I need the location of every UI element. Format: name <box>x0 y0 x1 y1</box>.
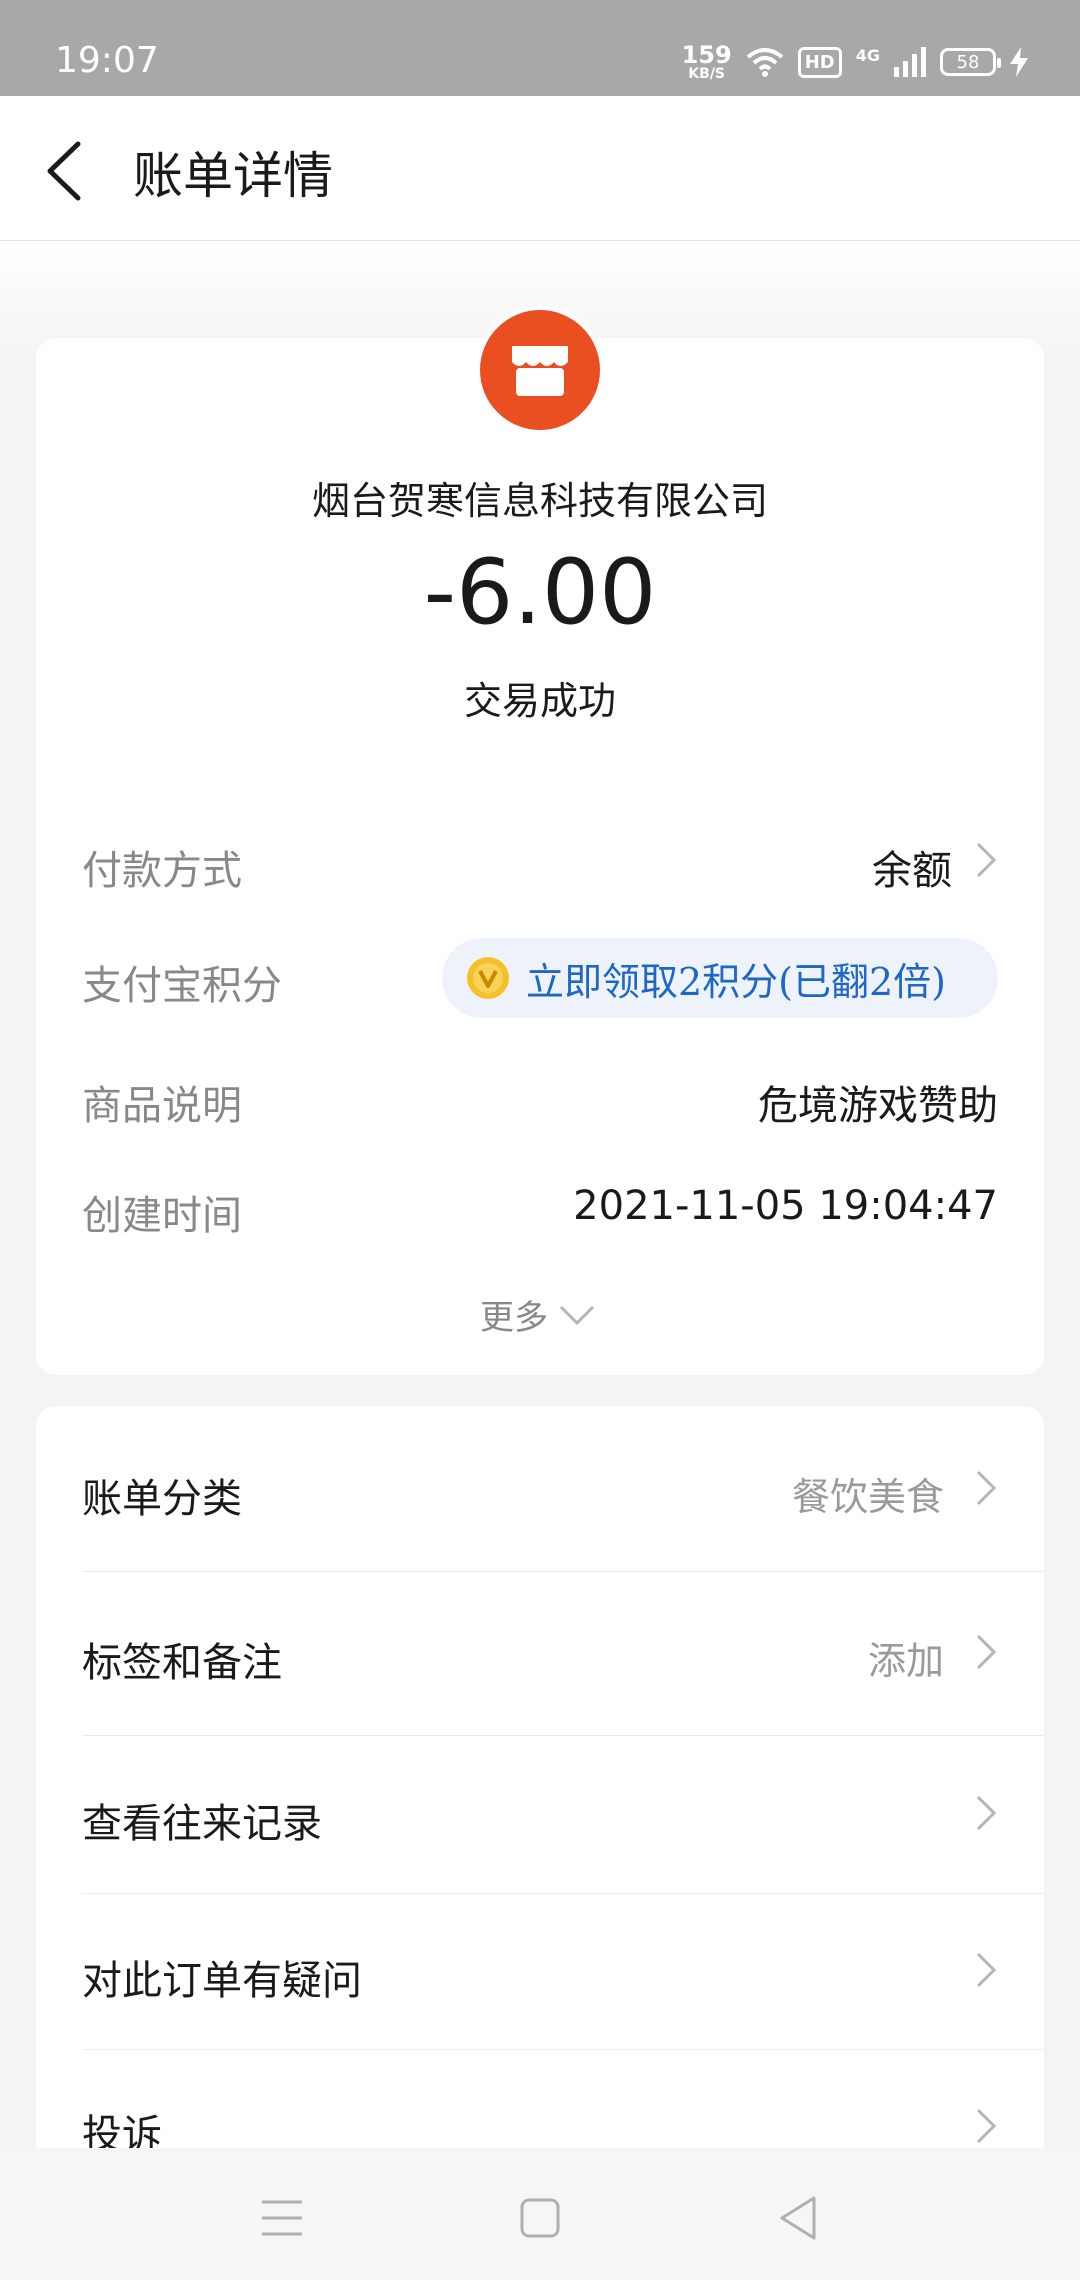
chevron-right-icon[interactable] <box>974 840 998 880</box>
home-icon[interactable] <box>510 2188 570 2248</box>
order-question-label: 对此订单有疑问 <box>82 1958 362 2004</box>
signal-icon <box>894 47 926 77</box>
bill-category-label: 账单分类 <box>82 1476 242 1522</box>
transaction-amount: -6.00 <box>423 540 657 645</box>
chevron-right-icon <box>976 2108 997 2144</box>
order-question-row[interactable]: 对此订单有疑问 <box>36 1894 1044 2049</box>
complaint-row[interactable]: 投诉 <box>36 2050 1044 2158</box>
goods-label: 商品说明 <box>82 1083 242 1129</box>
created-time-value: 2021-11-05 19:04:47 <box>573 1183 998 1229</box>
network-speed: 159 KB/S <box>682 43 732 81</box>
status-icons: 159 KB/S HD 4G 58 <box>682 38 1028 86</box>
payment-method-label: 付款方式 <box>82 848 242 894</box>
chevron-down-icon <box>559 1305 595 1325</box>
merchant-logo <box>476 306 604 434</box>
wifi-icon <box>746 48 783 77</box>
status-time: 19:07 <box>55 40 159 81</box>
view-history-label: 查看往来记录 <box>82 1801 322 1847</box>
system-nav-bar <box>0 2148 1080 2280</box>
claim-points-button[interactable]: 立即领取2积分(已翻2倍) <box>442 938 998 1018</box>
bill-category-value: 餐饮美食 <box>791 1475 944 1519</box>
app-header: 账单详情 <box>0 96 1080 241</box>
battery-icon: 58 <box>940 48 1001 76</box>
more-label: 更多 <box>480 1298 548 1338</box>
battery-level: 58 <box>956 51 980 73</box>
tags-notes-label: 标签和备注 <box>82 1640 282 1686</box>
chevron-right-icon <box>976 1470 997 1506</box>
more-button[interactable]: 更多 <box>480 1290 596 1339</box>
chevron-right-icon <box>976 1952 997 1988</box>
chevron-right-icon <box>976 1634 997 1670</box>
back-arrow-icon[interactable] <box>40 136 90 206</box>
tags-notes-value: 添加 <box>867 1639 944 1683</box>
merchant-name: 烟台贺寒信息科技有限公司 <box>311 479 768 523</box>
shop-icon <box>480 310 600 430</box>
transaction-status: 交易成功 <box>463 679 616 723</box>
created-time-label: 创建时间 <box>82 1193 242 1239</box>
payment-method-value[interactable]: 余额 <box>872 838 952 896</box>
status-bar: 19:07 159 KB/S HD 4G 58 <box>0 0 1080 96</box>
hd-badge: HD <box>797 46 842 78</box>
menu-icon[interactable] <box>252 2188 312 2248</box>
points-label: 支付宝积分 <box>82 963 282 1009</box>
chevron-right-icon <box>976 1795 997 1831</box>
back-icon[interactable] <box>768 2188 828 2248</box>
network-type: 4G <box>855 45 880 65</box>
charging-icon <box>1010 47 1028 77</box>
coin-icon <box>467 957 509 999</box>
bill-category-row[interactable]: 账单分类 餐饮美食 <box>36 1406 1044 1571</box>
view-history-row[interactable]: 查看往来记录 <box>36 1736 1044 1893</box>
network-speed-value: 159 <box>681 41 732 69</box>
goods-value: 危境游戏赞助 <box>758 1083 998 1129</box>
claim-points-text: 立即领取2积分(已翻2倍) <box>526 959 947 1004</box>
tags-notes-row[interactable]: 标签和备注 添加 <box>36 1572 1044 1735</box>
page-title: 账单详情 <box>133 147 333 205</box>
network-speed-unit: KB/S <box>688 66 726 82</box>
